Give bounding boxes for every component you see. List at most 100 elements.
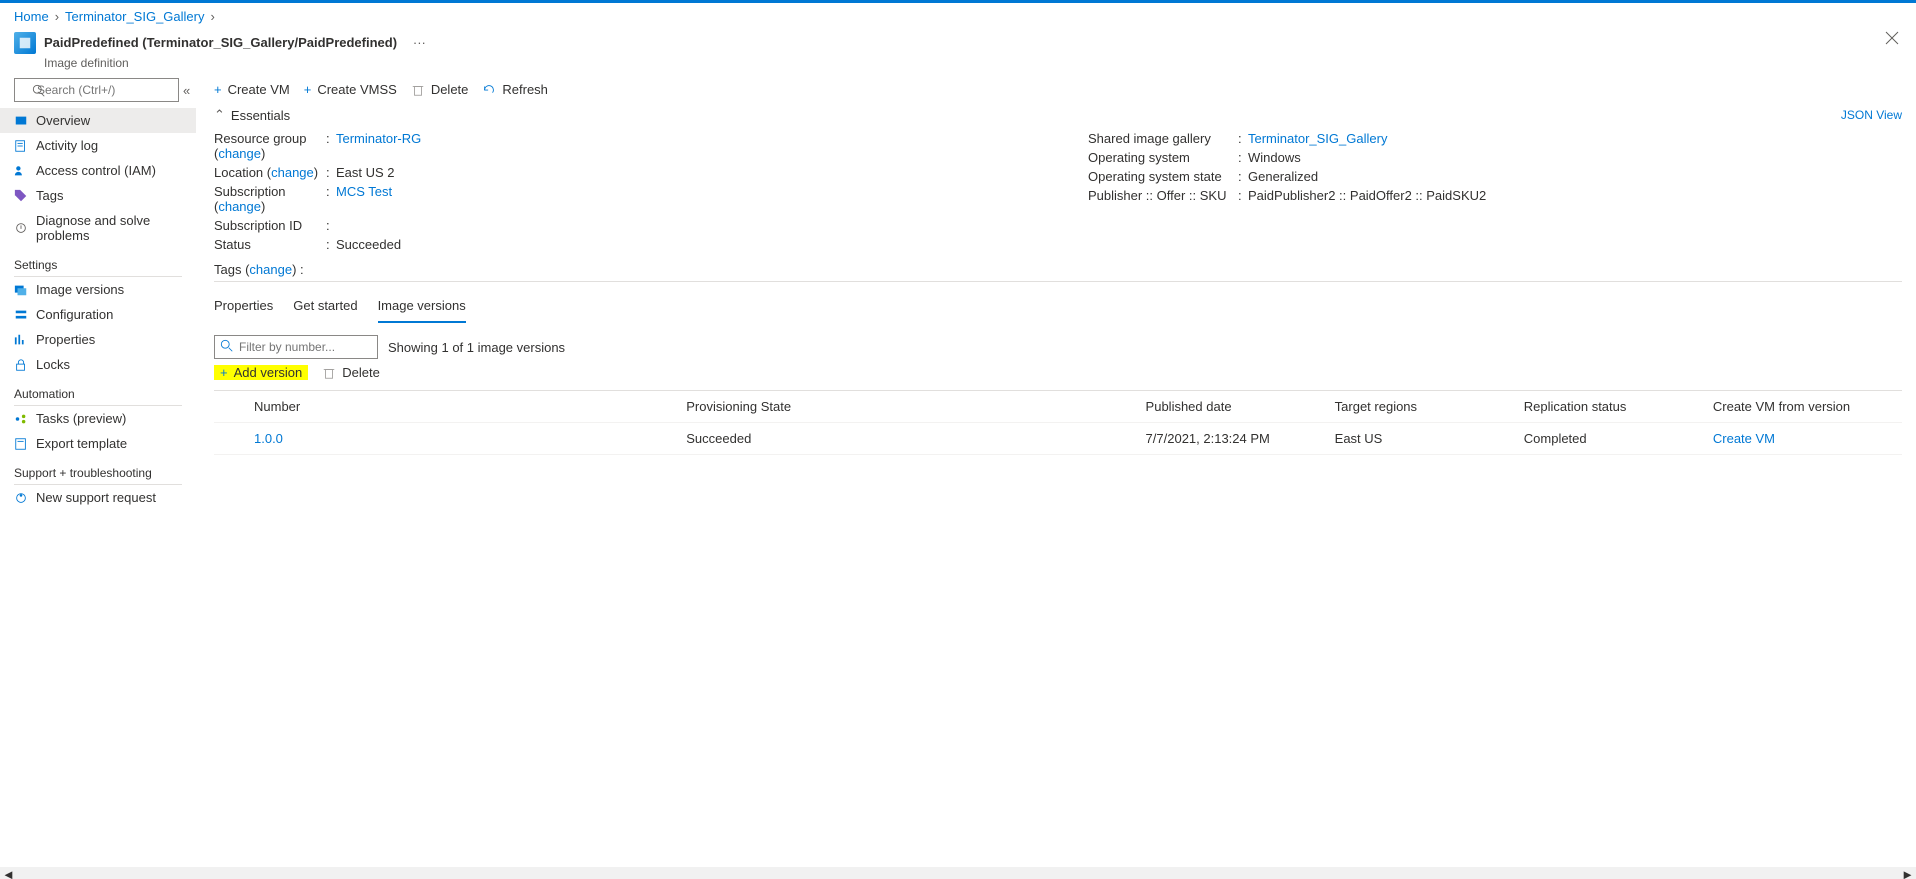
version-number-link[interactable]: 1.0.0 [254,431,686,446]
sidebar-item-label: Tags [36,188,63,203]
label-publisher-offer-sku: Publisher :: Offer :: SKU [1088,188,1238,203]
sidebar-item-label: Export template [36,436,127,451]
sidebar-item-overview[interactable]: Overview [0,108,196,133]
value-publisher-offer-sku: PaidPublisher2 :: PaidOffer2 :: PaidSKU2 [1248,188,1902,203]
sidebar-item-image-versions[interactable]: Image versions [0,277,196,302]
tasks-icon [14,412,28,426]
section-title: Essentials [231,108,290,123]
breadcrumb-home[interactable]: Home [14,9,49,24]
export-template-icon [14,437,28,451]
label-subscription: Subscription (change) [214,184,326,214]
button-label: Create VMSS [317,82,396,97]
tags-row: Tags (change) : [214,260,1902,282]
sidebar-item-iam[interactable]: Access control (IAM) [0,158,196,183]
plus-icon: + [214,82,222,97]
tab-image-versions[interactable]: Image versions [378,292,466,323]
subscription-link[interactable]: MCS Test [336,184,392,199]
essentials-toggle[interactable]: ⌃ Essentials JSON View [214,103,1902,127]
filter-row: Showing 1 of 1 image versions [214,323,1902,363]
tab-strip: Properties Get started Image versions [214,282,1902,323]
change-tags-link[interactable]: change [249,262,292,277]
filter-by-number-input[interactable] [214,335,378,359]
command-bar: + Create VM + Create VMSS Delete Refresh [214,78,1902,103]
overview-icon [14,114,28,128]
sidebar-item-label: Diagnose and solve problems [36,213,182,243]
sidebar-item-label: Configuration [36,307,113,322]
image-versions-icon [14,283,28,297]
search-icon [220,339,234,353]
title-bar: PaidPredefined (Terminator_SIG_Gallery/P… [0,26,1916,72]
activity-log-icon [14,139,28,153]
sidebar-item-tags[interactable]: Tags [0,183,196,208]
essentials-panel: Resource group (change) : Terminator-RG … [214,127,1902,260]
refresh-button[interactable]: Refresh [482,82,548,97]
properties-icon [14,333,28,347]
sidebar-item-label: Image versions [36,282,124,297]
sidebar-item-label: New support request [36,490,156,505]
resource-type-label: Image definition [44,56,1874,70]
create-vm-button[interactable]: + Create VM [214,82,290,97]
sidebar-item-properties[interactable]: Properties [0,327,196,352]
versions-command-bar: + Add version Delete [214,363,1902,390]
breadcrumb: Home › Terminator_SIG_Gallery › [0,3,1916,26]
collapse-sidebar-button[interactable]: « [183,83,190,98]
breadcrumb-gallery[interactable]: Terminator_SIG_Gallery [65,9,204,24]
value-location: East US 2 [336,165,1028,180]
button-label: Delete [431,82,469,97]
iam-icon [14,164,28,178]
chevron-right-icon: › [208,9,216,24]
tab-get-started[interactable]: Get started [293,292,357,323]
more-actions-button[interactable]: ··· [403,35,426,50]
change-subscription-link[interactable]: change [218,199,261,214]
table-header: Number Provisioning State Published date… [214,390,1902,423]
shared-image-gallery-link[interactable]: Terminator_SIG_Gallery [1248,131,1387,146]
cell-published: 7/7/2021, 2:13:24 PM [1146,431,1335,446]
sidebar-item-new-support-request[interactable]: New support request [0,485,196,510]
resource-group-link[interactable]: Terminator-RG [336,131,421,146]
value-status: Succeeded [336,237,1028,252]
sidebar-item-label: Properties [36,332,95,347]
json-view-link[interactable]: JSON View [1841,108,1902,122]
scroll-right-arrow[interactable]: ► [1901,867,1914,879]
support-icon [14,491,28,505]
page-content: Home › Terminator_SIG_Gallery › PaidPred… [0,3,1916,510]
locks-icon [14,358,28,372]
value-os: Windows [1248,150,1902,165]
label-os: Operating system [1088,150,1238,165]
close-button[interactable] [1882,28,1902,48]
trash-icon [411,83,425,97]
col-published[interactable]: Published date [1146,399,1335,414]
label-subscription-id: Subscription ID [214,218,326,233]
table-row[interactable]: 1.0.0 Succeeded 7/7/2021, 2:13:24 PM Eas… [214,423,1902,455]
change-rg-link[interactable]: change [218,146,261,161]
add-version-button[interactable]: + Add version [214,365,308,380]
col-replication[interactable]: Replication status [1524,399,1713,414]
col-number[interactable]: Number [254,399,686,414]
label-os-state: Operating system state [1088,169,1238,184]
sidebar-item-tasks[interactable]: Tasks (preview) [0,406,196,431]
sidebar-group-automation: Automation [0,377,196,405]
sidebar-group-settings: Settings [0,248,196,276]
col-create-vm[interactable]: Create VM from version [1713,399,1902,414]
tags-icon [14,189,28,203]
scroll-left-arrow[interactable]: ◄ [2,867,15,879]
sidebar-item-export-template[interactable]: Export template [0,431,196,456]
create-vm-link[interactable]: Create VM [1713,431,1902,446]
sidebar-item-diagnose[interactable]: Diagnose and solve problems [0,208,196,248]
col-provisioning[interactable]: Provisioning State [686,399,1145,414]
chevron-right-icon: › [53,9,61,24]
refresh-icon [482,83,496,97]
sidebar: « Overview Activity log Access control (… [0,72,196,510]
tab-properties[interactable]: Properties [214,292,273,323]
sidebar-item-activity-log[interactable]: Activity log [0,133,196,158]
change-location-link[interactable]: change [271,165,314,180]
create-vmss-button[interactable]: + Create VMSS [304,82,397,97]
button-label: Create VM [228,82,290,97]
horizontal-scrollbar[interactable]: ◄ ► [0,867,1916,879]
sidebar-item-label: Activity log [36,138,98,153]
col-regions[interactable]: Target regions [1335,399,1524,414]
label-tags: Tags [214,262,241,277]
configuration-icon [14,308,28,322]
sidebar-item-configuration[interactable]: Configuration [0,302,196,327]
sidebar-item-locks[interactable]: Locks [0,352,196,377]
